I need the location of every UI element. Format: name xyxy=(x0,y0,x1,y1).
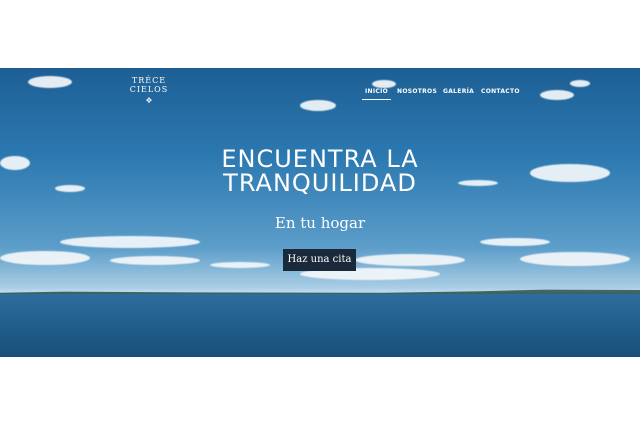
cloud xyxy=(355,254,465,266)
brand-logo[interactable]: TRÉCE CIELOS ❖ xyxy=(124,76,174,105)
nav-item-contacto[interactable]: CONTACTO xyxy=(481,88,520,95)
headline-line2: TRANQUILIDAD xyxy=(223,169,417,197)
brand-name-line2: CIELOS xyxy=(129,85,169,94)
cloud xyxy=(372,80,396,88)
hero-banner xyxy=(0,68,640,357)
lotus-icon: ❖ xyxy=(145,96,153,105)
nav-item-nosotros[interactable]: NOSOTROS xyxy=(397,88,437,95)
nav-item-inicio[interactable]: INICIO xyxy=(361,88,392,100)
cloud xyxy=(300,100,336,111)
cloud xyxy=(520,252,630,266)
cloud xyxy=(110,256,200,265)
cloud xyxy=(570,80,590,87)
book-appointment-button[interactable]: Haz una cita xyxy=(283,249,356,271)
hero-headline: ENCUENTRA LA TRANQUILIDAD xyxy=(0,147,640,195)
cloud xyxy=(0,251,90,265)
nav-item-galeria[interactable]: GALERÍA xyxy=(443,88,474,95)
cloud xyxy=(540,90,574,100)
cloud xyxy=(480,238,550,246)
cloud xyxy=(210,262,270,268)
headline-line1: ENCUENTRA LA xyxy=(221,145,419,173)
cloud xyxy=(60,236,200,248)
cloud xyxy=(28,76,72,88)
sea xyxy=(0,294,640,357)
hero-subtitle: En tu hogar xyxy=(274,214,366,232)
brand-name-line1: TRÉCE xyxy=(131,76,167,85)
